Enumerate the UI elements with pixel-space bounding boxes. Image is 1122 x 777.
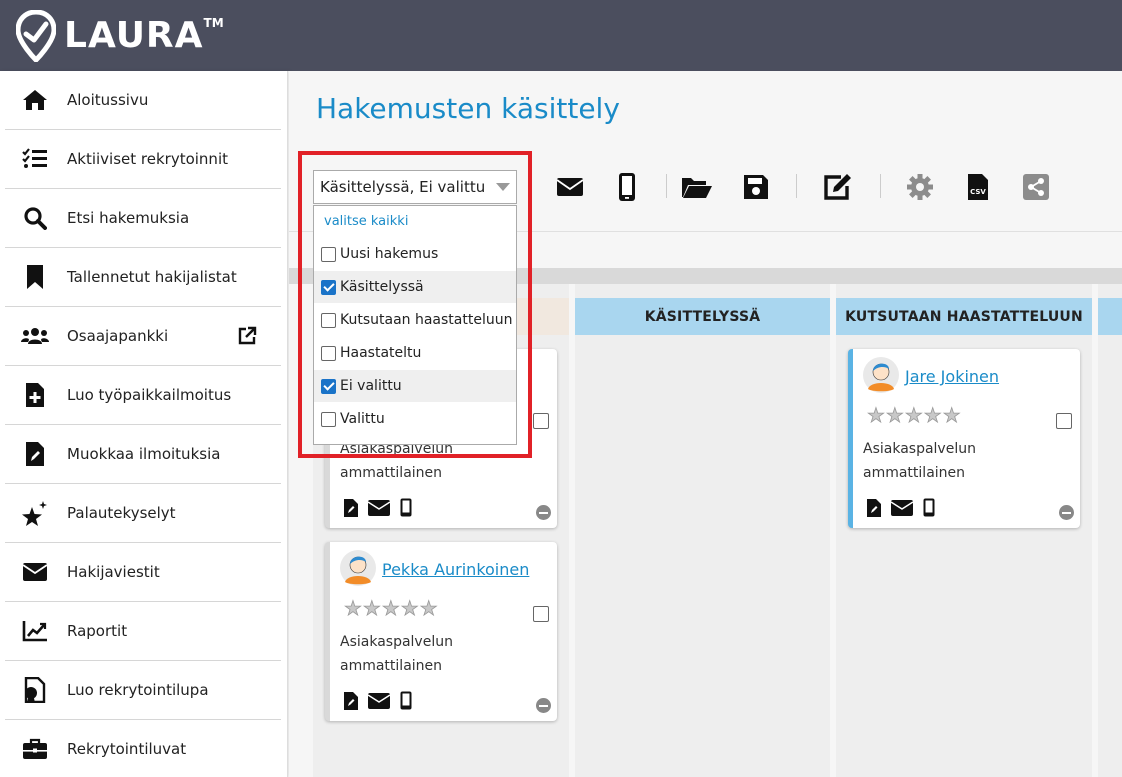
folder-open-icon[interactable] [681,172,713,202]
file-edit-icon[interactable] [344,691,358,714]
highlight-box [298,151,532,458]
envelope-icon [21,558,49,586]
sidebar-item-luo-tyopaikkailmoitus[interactable]: Luo työpaikkailmoitus [5,366,281,425]
sidebar-item-luo-rekrytointilupa[interactable]: Luo rekrytointilupa [5,661,281,720]
job-title: Asiakaspalvelun ammattilainen [340,634,453,674]
candidate-card[interactable]: Jare Jokinen ★★★★★ Asiakaspalvelun ammat… [848,349,1080,528]
home-icon [21,86,49,114]
sidebar-item-label: Rekrytointiluvat [67,740,187,758]
toolbar-separator [880,174,881,198]
mobile-icon[interactable] [400,498,412,521]
column-title: KUTSUTAAN HAASTATTELUUN [845,308,1083,325]
top-bar: LAURA TM [0,0,1122,71]
sidebar-item-label: Tallennetut hakijalistat [67,268,237,286]
file-edit-icon[interactable] [344,498,358,521]
column-body-next [1098,284,1122,777]
sidebar-item-label: Luo työpaikkailmoitus [67,386,232,404]
users-icon [21,322,49,350]
envelope-icon[interactable] [367,692,391,713]
column-header-kutsutaan: KUTSUTAAN HAASTATTELUUN [836,298,1092,335]
save-icon[interactable] [740,172,772,202]
envelope-icon[interactable] [890,499,914,520]
sidebar-item-raportit[interactable]: Raportit [5,602,281,661]
rating-stars[interactable]: ★★★★★ [344,596,439,621]
map-pin-logo-icon [16,10,56,62]
card-checkbox[interactable] [1056,413,1072,429]
file-edit-icon [21,440,49,468]
column-header-kasittelyssa: KÄSITTELYSSÄ [575,298,830,335]
mobile-icon[interactable] [400,691,412,714]
checklist-icon [21,145,49,173]
csv-icon[interactable]: CSV [962,172,994,202]
card-checkbox[interactable] [533,413,549,429]
candidate-name-link[interactable]: Pekka Aurinkoinen [382,560,529,579]
sidebar: Aloitussivu Aktiiviset rekrytoinnit Etsi… [0,71,288,777]
sidebar-item-label: Palautekyselyt [67,504,176,522]
mobile-icon[interactable] [611,172,643,202]
card-checkbox[interactable] [533,606,549,622]
sidebar-item-osaajapankki[interactable]: Osaajapankki [5,307,281,366]
column-header-next [1098,298,1122,335]
chart-line-icon [21,617,49,645]
job-title: Asiakaspalvelun ammattilainen [863,441,976,481]
laura-logo[interactable]: LAURA TM [16,10,224,62]
sidebar-item-label: Osaajapankki [67,327,169,345]
envelope-icon[interactable] [554,172,586,202]
sidebar-item-label: Raportit [67,622,128,640]
file-plus-icon [21,381,49,409]
sidebar-item-label: Muokkaa ilmoituksia [67,445,221,463]
card-actions [867,498,935,521]
column-title: KÄSITTELYSSÄ [644,308,761,325]
toolbar-separator [666,174,667,198]
file-certificate-icon [21,676,49,704]
sidebar-item-aloitussivu[interactable]: Aloitussivu [5,71,281,130]
sidebar-item-etsi-hakemuksia[interactable]: Etsi hakemuksia [5,189,281,248]
sidebar-item-label: Aloitussivu [67,91,149,109]
sidebar-item-label: Etsi hakemuksia [67,209,190,227]
sidebar-item-tallennetut-hakijalistat[interactable]: Tallennetut hakijalistat [5,248,281,307]
column-body-kasittelyssa [575,284,830,777]
briefcase-icon [21,735,49,763]
sidebar-item-aktiiviset-rekrytoinnit[interactable]: Aktiiviset rekrytoinnit [5,130,281,189]
card-actions [344,498,412,521]
remove-icon[interactable] [536,698,551,713]
avatar [340,550,376,586]
share-icon[interactable] [1020,172,1052,202]
gear-icon[interactable] [904,172,936,202]
sidebar-item-label: Aktiiviset rekrytoinnit [67,150,228,168]
candidate-card[interactable]: Pekka Aurinkoinen ★★★★★ Asiakaspalvelun … [325,542,557,721]
avatar [863,357,899,393]
sidebar-item-label: Hakijaviestit [67,563,160,581]
mobile-icon[interactable] [923,498,935,521]
search-icon [21,204,49,232]
card-actions [344,691,412,714]
file-edit-icon[interactable] [867,498,881,521]
sidebar-item-muokkaa-ilmoituksia[interactable]: Muokkaa ilmoituksia [5,425,281,484]
sidebar-item-hakijaviestit[interactable]: Hakijaviestit [5,543,281,602]
sidebar-item-rekrytointiluvat[interactable]: Rekrytointiluvat [5,720,281,777]
logo-trademark: TM [203,16,224,30]
sparkle-star-icon [21,499,49,527]
logo-text: LAURA [64,15,204,56]
toolbar-separator [796,174,797,198]
edit-icon[interactable] [822,172,854,202]
bookmark-icon [21,263,49,291]
external-link-icon[interactable] [237,326,257,346]
sidebar-item-label: Luo rekrytointilupa [67,681,209,699]
envelope-icon[interactable] [367,499,391,520]
candidate-name-link[interactable]: Jare Jokinen [905,367,999,386]
rating-stars[interactable]: ★★★★★ [867,403,962,428]
remove-icon[interactable] [1059,505,1074,520]
remove-icon[interactable] [536,505,551,520]
sidebar-item-palautekyselyt[interactable]: Palautekyselyt [5,484,281,543]
page-title: Hakemusten käsittely [316,92,620,125]
svg-text:CSV: CSV [970,188,986,196]
